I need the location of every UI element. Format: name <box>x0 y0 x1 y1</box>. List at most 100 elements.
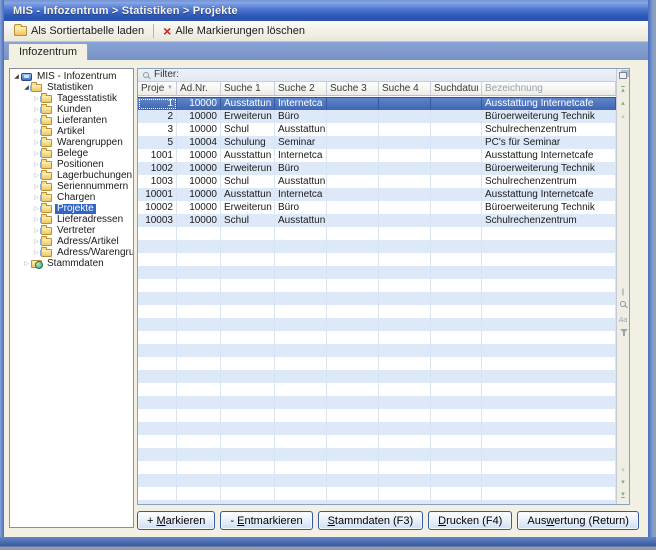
table-cell <box>327 474 379 487</box>
entmarkieren-button[interactable]: - Entmarkieren <box>220 511 312 530</box>
tree-item-stammdaten[interactable]: ▷Stammdaten <box>10 259 133 269</box>
column-header-suche-1[interactable]: Suche 1 <box>221 82 275 95</box>
table-row[interactable]: 310000SchulAusstattunSchulrechenzentrum <box>138 123 616 136</box>
table-cell: 10000 <box>177 110 221 123</box>
filter-funnel-icon[interactable] <box>620 329 628 333</box>
tree-item-seriennummern[interactable]: ▷Seriennummern <box>10 182 133 192</box>
column-header-bezeichnung[interactable]: Bezeichnung <box>482 82 616 95</box>
tree-item-positionen[interactable]: ▷Positionen <box>10 160 133 170</box>
tree-item-statistiken[interactable]: ◢Statistiken <box>10 83 133 93</box>
table-cell <box>482 383 616 396</box>
column-header-suche-4[interactable]: Suche 4 <box>379 82 431 95</box>
table-cell <box>327 110 379 123</box>
tree-item-lieferadressen[interactable]: ▷Lieferadressen <box>10 215 133 225</box>
tree-item-warengruppen[interactable]: ▷Warengruppen <box>10 138 133 148</box>
column-chooser-icon[interactable] <box>619 72 627 79</box>
tree-item-projekte[interactable]: ▷Projekte <box>10 204 133 214</box>
table-cell <box>221 344 275 357</box>
column-header-label: Ad.Nr. <box>180 82 217 95</box>
tree-item-label: Adress/Warengruppen <box>55 248 134 258</box>
columns-icon[interactable]: ∥ <box>617 287 629 299</box>
table-cell <box>379 201 431 214</box>
column-header-projekt[interactable]: Projekt▼ <box>138 82 177 95</box>
table-row-empty <box>138 331 616 344</box>
table-row[interactable]: 1000310000SchulAusstattunSchulrechenzent… <box>138 214 616 227</box>
table-cell <box>221 461 275 474</box>
table-cell <box>482 396 616 409</box>
next-row-icon[interactable]: ▾ <box>617 465 629 477</box>
table-cell: Internetca <box>275 188 327 201</box>
table-cell <box>275 331 327 344</box>
table-cell: Büroerweiterung Technik <box>482 201 616 214</box>
table-cell: Büroerweiterung Technik <box>482 162 616 175</box>
table-row-empty <box>138 266 616 279</box>
table-cell <box>221 409 275 422</box>
table-cell <box>177 383 221 396</box>
search-icon[interactable] <box>620 301 626 307</box>
column-header-ad-nr[interactable]: Ad.Nr. <box>177 82 221 95</box>
expand-icon[interactable]: ▷ <box>22 259 31 269</box>
table-cell <box>379 435 431 448</box>
table-cell <box>482 357 616 370</box>
next-page-icon[interactable]: ▾ <box>617 477 629 489</box>
table-row[interactable]: 100310000SchulAusstattunSchulrechenzentr… <box>138 175 616 188</box>
table-row[interactable]: 1000110000AusstattunInternetcaAusstattun… <box>138 188 616 201</box>
previous-row-icon[interactable]: ▴ <box>617 111 629 123</box>
tree-item-label: Warengruppen <box>55 138 125 148</box>
button-label-post: arkieren <box>166 515 206 527</box>
drucken-button[interactable]: Drucken (F4) <box>428 511 512 530</box>
table-cell <box>221 292 275 305</box>
tree-item-artikel[interactable]: ▷Artikel <box>10 127 133 137</box>
table-cell <box>275 461 327 474</box>
load-sort-table-button[interactable]: Als Sortiertabelle laden <box>8 23 150 39</box>
table-row[interactable]: 110000AusstattunInternetcaAusstattung In… <box>138 97 616 110</box>
tree-item-lieferanten[interactable]: ▷Lieferanten <box>10 116 133 126</box>
previous-page-icon[interactable]: ▴ <box>617 98 629 110</box>
text-size-icon[interactable]: Aa <box>617 315 629 327</box>
first-row-icon[interactable]: ▴ <box>617 85 629 97</box>
tree-item-mis-infozentrum[interactable]: ◢MIS - Infozentrum <box>10 72 133 82</box>
table-row[interactable]: 210000ErweiterunBüroBüroerweiterung Tech… <box>138 110 616 123</box>
collapse-icon[interactable]: ◢ <box>12 72 21 82</box>
tree-item-adress-artikel[interactable]: ▷Adress/Artikel <box>10 237 133 247</box>
table-cell: 10000 <box>177 214 221 227</box>
stammdaten-button[interactable]: Stammdaten (F3) <box>318 511 424 530</box>
table-row[interactable]: 100110000AusstattunInternetcaAusstattung… <box>138 149 616 162</box>
column-header-suche-2[interactable]: Suche 2 <box>275 82 327 95</box>
tree-item-vertreter[interactable]: ▷Vertreter <box>10 226 133 236</box>
clear-marks-button[interactable]: × Alle Markierungen löschen <box>157 23 311 39</box>
table-cell <box>221 435 275 448</box>
table-row[interactable]: 1000210000ErweiterunBüroBüroerweiterung … <box>138 201 616 214</box>
column-header-suche-3[interactable]: Suche 3 <box>327 82 379 95</box>
filter-row[interactable]: Filter: <box>138 69 616 82</box>
column-header-suchdatum[interactable]: Suchdatum <box>431 82 482 95</box>
table-cell <box>327 292 379 305</box>
tree-item-kunden[interactable]: ▷Kunden <box>10 105 133 115</box>
tree-item-chargen[interactable]: ▷Chargen <box>10 193 133 203</box>
table-cell <box>431 175 482 188</box>
table-cell <box>221 396 275 409</box>
tree-item-lagerbuchungen[interactable]: ▷Lagerbuchungen <box>10 171 133 181</box>
table-cell: 10002 <box>138 201 177 214</box>
table-cell <box>138 487 177 500</box>
table-cell <box>327 318 379 331</box>
tab-infozentrum[interactable]: Infozentrum <box>8 43 88 60</box>
table-row-empty <box>138 461 616 474</box>
auswertung-button[interactable]: Auswertung (Return) <box>517 511 639 530</box>
table-cell: Ausstattun <box>221 188 275 201</box>
table-cell: Schulrechenzentrum <box>482 214 616 227</box>
tree-item-adress-warengruppen[interactable]: ▷Adress/Warengruppen <box>10 248 133 258</box>
table-cell <box>177 331 221 344</box>
table-cell: Ausstattun <box>275 123 327 136</box>
table-cell <box>482 240 616 253</box>
table-cell <box>221 500 275 504</box>
tree-item-belege[interactable]: ▷Belege <box>10 149 133 159</box>
markieren-button[interactable]: + Markieren <box>137 511 215 530</box>
tree-item-tagesstatistik[interactable]: ▷Tagesstatistik <box>10 94 133 104</box>
table-row[interactable]: 510004SchulungSeminarPC's für Seminar <box>138 136 616 149</box>
last-row-icon[interactable]: ▾ <box>617 489 629 501</box>
folder-icon <box>41 172 52 180</box>
table-row[interactable]: 100210000ErweiterunBüroBüroerweiterung T… <box>138 162 616 175</box>
tab-strip: Infozentrum <box>4 42 648 60</box>
table-cell <box>138 396 177 409</box>
